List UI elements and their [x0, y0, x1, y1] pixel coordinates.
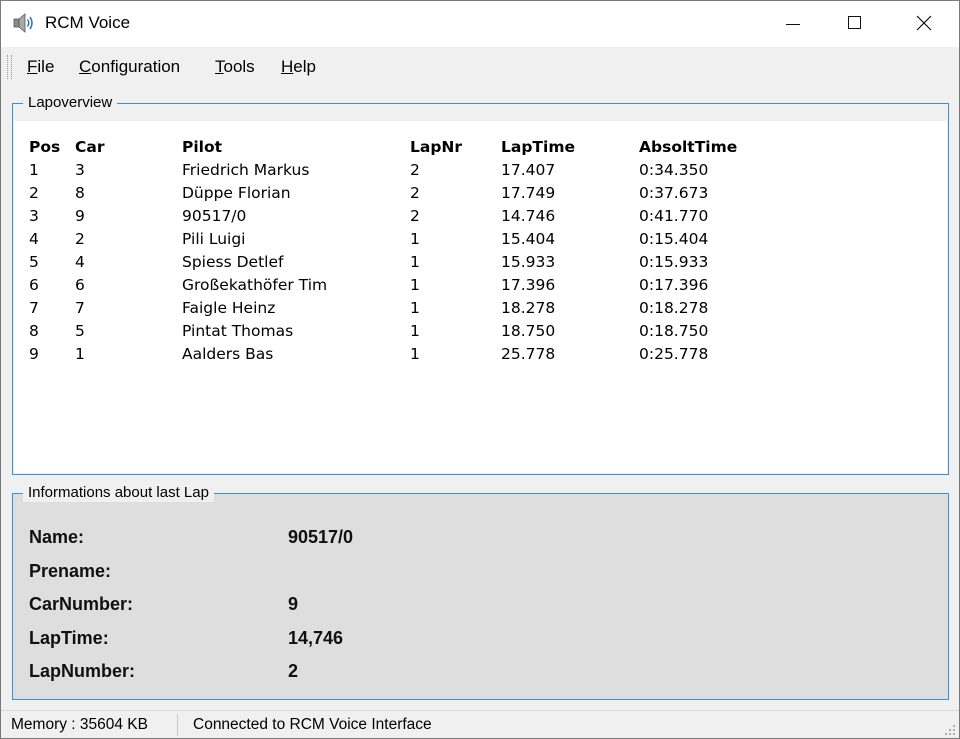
- maximize-button[interactable]: [824, 1, 884, 47]
- cell-laptime: 17.407: [501, 161, 556, 179]
- cell-lapnr: 2: [410, 161, 420, 179]
- maximize-icon: [848, 16, 861, 29]
- cell-car: 3: [75, 161, 85, 179]
- cell-pos: 9: [29, 345, 39, 363]
- cell-pos: 6: [29, 276, 39, 294]
- cell-pilot: Düppe Florian: [182, 184, 291, 202]
- cell-pos: 3: [29, 207, 39, 225]
- cell-absolttime: 0:18.278: [639, 299, 709, 317]
- cell-laptime: 15.933: [501, 253, 556, 271]
- minimize-icon: [786, 24, 800, 25]
- column-header-laptime: LapTime: [501, 138, 575, 156]
- cell-laptime: 18.750: [501, 322, 556, 340]
- cell-laptime: 15.404: [501, 230, 556, 248]
- cell-pos: 4: [29, 230, 39, 248]
- lap-table: Pos Car Pilot LapNr LapTime AbsoltTime 1…: [14, 121, 947, 473]
- close-icon: [916, 15, 932, 31]
- cell-absolttime: 0:15.404: [639, 230, 709, 248]
- menu-help[interactable]: Help: [281, 57, 316, 77]
- laptime-label: LapTime:: [29, 628, 109, 648]
- column-header-pos: Pos: [29, 138, 61, 156]
- cell-pilot: Spiess Detlef: [182, 253, 284, 271]
- menu-bar: File Configuration Tools Help: [1, 47, 959, 87]
- lapoverview-label: Lapoverview: [23, 94, 118, 112]
- column-header-lapnr: LapNr: [410, 138, 463, 156]
- lapnumber-label: LapNumber:: [29, 661, 136, 681]
- carnumber-label: CarNumber:: [29, 594, 134, 614]
- cell-lapnr: 1: [410, 345, 420, 363]
- cell-pos: 1: [29, 161, 39, 179]
- cell-pilot: 90517/0: [182, 207, 247, 225]
- last-lap-label: Informations about last Lap: [23, 484, 214, 502]
- title-bar[interactable]: RCM Voice: [1, 1, 959, 47]
- cell-pilot: Aalders Bas: [182, 345, 274, 363]
- cell-laptime: 14.746: [501, 207, 556, 225]
- name-value: 90517/0: [288, 527, 354, 547]
- speaker-icon: [13, 13, 33, 33]
- cell-lapnr: 2: [410, 207, 420, 225]
- cell-absolttime: 0:37.673: [639, 184, 709, 202]
- cell-lapnr: 1: [410, 322, 420, 340]
- menu-grip[interactable]: [7, 55, 12, 79]
- cell-lapnr: 1: [410, 230, 420, 248]
- close-button[interactable]: [894, 1, 954, 47]
- minimize-button[interactable]: [763, 1, 823, 47]
- status-bar: Memory : 35604 KB Connected to RCM Voice…: [1, 710, 959, 738]
- cell-car: 2: [75, 230, 85, 248]
- cell-car: 4: [75, 253, 85, 271]
- cell-pilot: Pintat Thomas: [182, 322, 294, 340]
- column-header-absolttime: AbsoltTime: [639, 138, 738, 156]
- column-header-car: Car: [75, 138, 105, 156]
- cell-pilot: Großekathöfer Tim: [182, 276, 328, 294]
- cell-absolttime: 0:15.933: [639, 253, 709, 271]
- prename-label: Prename:: [29, 561, 112, 581]
- cell-lapnr: 1: [410, 276, 420, 294]
- last-lap-group: Informations about last Lap Name: 90517/…: [12, 484, 949, 700]
- cell-pilot: Friedrich Markus: [182, 161, 310, 179]
- cell-car: 8: [75, 184, 85, 202]
- cell-pilot: Pili Luigi: [182, 230, 246, 248]
- memory-status: Memory : 35604 KB: [11, 716, 148, 733]
- cell-laptime: 25.778: [501, 345, 556, 363]
- cell-absolttime: 0:17.396: [639, 276, 709, 294]
- menu-tools[interactable]: Tools: [215, 57, 255, 77]
- laptime-value: 14,746: [288, 628, 344, 648]
- cell-laptime: 17.749: [501, 184, 556, 202]
- cell-car: 6: [75, 276, 85, 294]
- cell-absolttime: 0:34.350: [639, 161, 709, 179]
- carnumber-value: 9: [288, 594, 299, 614]
- cell-laptime: 17.396: [501, 276, 556, 294]
- lapnumber-value: 2: [288, 661, 299, 681]
- menu-file[interactable]: File: [27, 57, 54, 77]
- cell-absolttime: 0:25.778: [639, 345, 709, 363]
- cell-absolttime: 0:41.770: [639, 207, 709, 225]
- menu-configuration[interactable]: Configuration: [79, 57, 180, 77]
- cell-laptime: 18.278: [501, 299, 556, 317]
- app-window: RCM Voice File Configuration Tools Help …: [0, 0, 960, 739]
- cell-pos: 5: [29, 253, 39, 271]
- cell-car: 1: [75, 345, 85, 363]
- cell-pos: 8: [29, 322, 39, 340]
- cell-car: 9: [75, 207, 85, 225]
- column-header-pilot: Pilot: [182, 138, 223, 156]
- cell-lapnr: 1: [410, 253, 420, 271]
- cell-pilot: Faigle Heinz: [182, 299, 276, 317]
- cell-pos: 2: [29, 184, 39, 202]
- connection-status: Connected to RCM Voice Interface: [193, 716, 432, 733]
- name-label: Name:: [29, 527, 85, 547]
- cell-pos: 7: [29, 299, 39, 317]
- cell-lapnr: 1: [410, 299, 420, 317]
- cell-absolttime: 0:18.750: [639, 322, 709, 340]
- resize-grip-icon[interactable]: [944, 724, 956, 736]
- window-title: RCM Voice: [45, 13, 131, 32]
- lapoverview-group: Lapoverview Pos Car Pilot LapNr LapTime …: [12, 94, 949, 475]
- cell-car: 5: [75, 322, 85, 340]
- status-separator: [177, 714, 178, 736]
- cell-car: 7: [75, 299, 85, 317]
- cell-lapnr: 2: [410, 184, 420, 202]
